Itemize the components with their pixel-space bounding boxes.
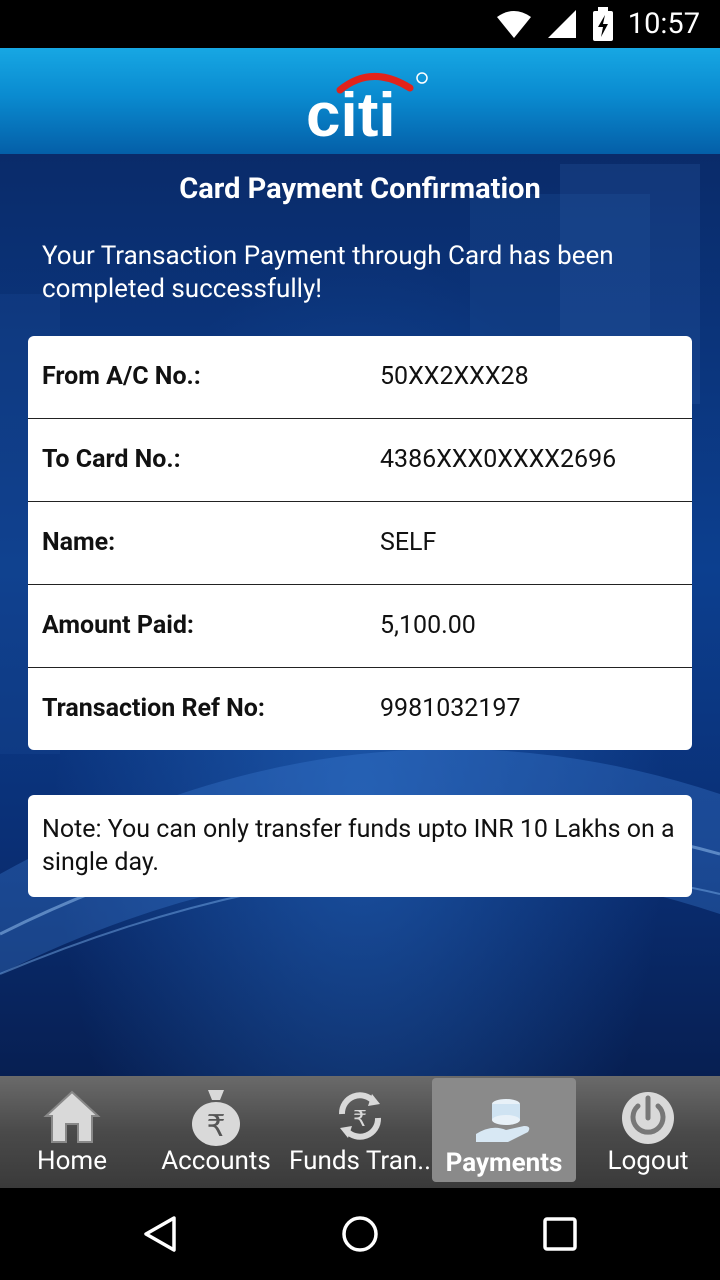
- bottom-navigation: Home ₹ Accounts ₹ Funds Tran.. Payments: [0, 1076, 720, 1188]
- home-icon: [43, 1090, 101, 1143]
- home-circle-icon[interactable]: [340, 1214, 380, 1254]
- detail-value: 4386XXX0XXXX2696: [380, 445, 617, 474]
- detail-row-amount-paid: Amount Paid: 5,100.00: [28, 585, 692, 668]
- transaction-details-card: From A/C No.: 50XX2XXX28 To Card No.: 43…: [28, 336, 692, 750]
- citi-logo: citi: [306, 72, 428, 144]
- detail-value: 5,100.00: [380, 611, 476, 640]
- transfer-limit-note: Note: You can only transfer funds upto I…: [28, 795, 692, 897]
- detail-label: From A/C No.:: [42, 362, 201, 391]
- app-header: citi: [0, 48, 720, 154]
- nav-payments[interactable]: Payments: [432, 1078, 576, 1182]
- detail-row-transaction-ref: Transaction Ref No: 9981032197: [28, 668, 692, 750]
- back-icon[interactable]: [140, 1214, 180, 1254]
- status-time: 10:57: [627, 7, 700, 41]
- main-content: Card Payment Confirmation Your Transacti…: [0, 154, 720, 1076]
- svg-text:₹: ₹: [206, 1109, 225, 1144]
- nav-funds-transfer[interactable]: ₹ Funds Tran..: [288, 1076, 432, 1188]
- detail-value: SELF: [380, 528, 437, 557]
- svg-text:₹: ₹: [353, 1107, 367, 1132]
- power-icon: [622, 1092, 674, 1144]
- hand-coins-icon: [476, 1099, 530, 1142]
- nav-label: Accounts: [161, 1146, 271, 1176]
- nav-label: Home: [37, 1146, 107, 1176]
- svg-text:citi: citi: [306, 81, 396, 144]
- detail-label: To Card No.:: [42, 445, 181, 474]
- money-bag-rupee-icon: ₹: [192, 1090, 240, 1146]
- detail-value: 50XX2XXX28: [380, 362, 529, 391]
- nav-accounts[interactable]: ₹ Accounts: [144, 1076, 288, 1188]
- nav-label: Payments: [445, 1148, 563, 1178]
- detail-row-from-account: From A/C No.: 50XX2XXX28: [28, 336, 692, 419]
- detail-label: Transaction Ref No:: [42, 694, 265, 723]
- wifi-icon: [496, 11, 531, 38]
- rupee-transfer-icon: ₹: [339, 1092, 381, 1140]
- nav-label: Logout: [607, 1146, 689, 1176]
- signal-icon: [547, 10, 576, 38]
- nav-label: Funds Tran..: [289, 1146, 431, 1176]
- success-message: Your Transaction Payment through Card ha…: [42, 241, 614, 304]
- note-text: Note: You can only transfer funds upto I…: [42, 815, 675, 877]
- nav-home[interactable]: Home: [0, 1076, 144, 1188]
- recents-icon[interactable]: [542, 1216, 578, 1252]
- nav-logout[interactable]: Logout: [576, 1076, 720, 1188]
- detail-value: 9981032197: [380, 694, 521, 723]
- system-navigation-bar: [0, 1188, 720, 1280]
- detail-row-name: Name: SELF: [28, 502, 692, 585]
- status-bar: 10:57: [0, 0, 720, 48]
- detail-label: Amount Paid:: [42, 611, 194, 640]
- detail-label: Name:: [42, 528, 116, 557]
- battery-charging-icon: [592, 7, 613, 41]
- page-title: Card Payment Confirmation: [179, 172, 541, 206]
- detail-row-to-card: To Card No.: 4386XXX0XXXX2696: [28, 419, 692, 502]
